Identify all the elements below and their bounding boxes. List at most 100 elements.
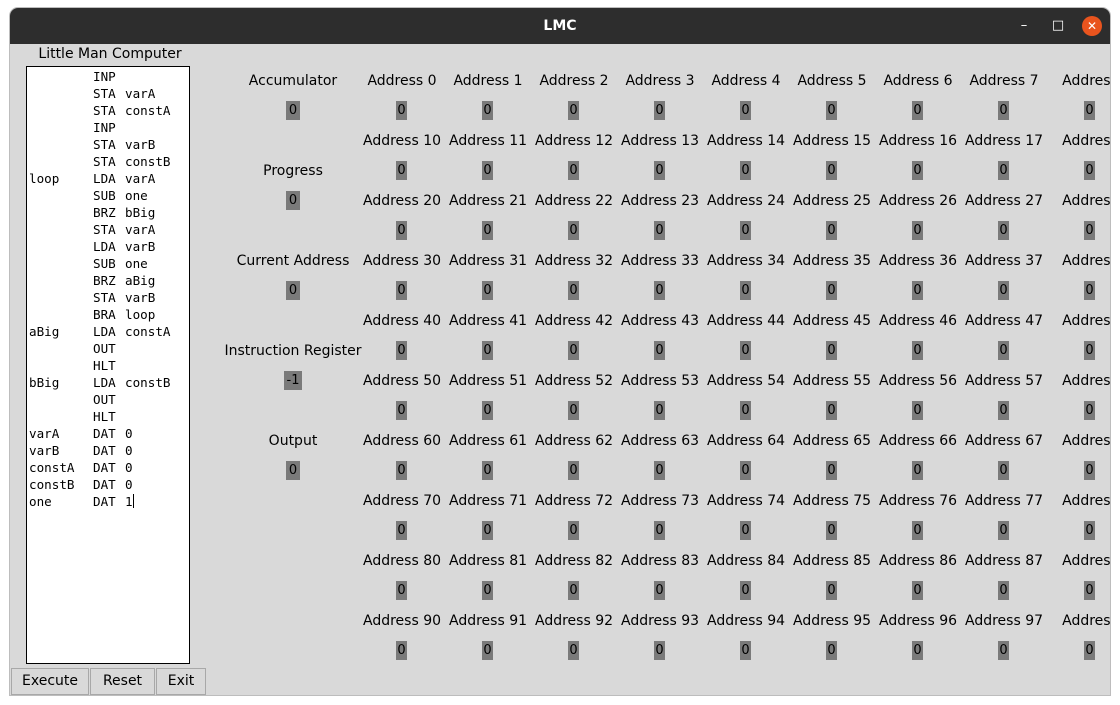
close-icon[interactable]: ✕ [1082, 16, 1102, 36]
memory-address-label: Address 91 [448, 613, 528, 629]
memory-value: 0 [912, 521, 923, 540]
memory-address-label: Address 92 [534, 613, 614, 629]
memory-value: 0 [396, 341, 407, 360]
memory-address-label: Address 67 [964, 433, 1044, 449]
memory-address-label: Address [1062, 373, 1110, 389]
memory-value: 0 [654, 521, 665, 540]
memory-value: 0 [568, 101, 579, 120]
memory-address-label: Address 80 [362, 553, 442, 569]
reset-button[interactable]: Reset [90, 668, 155, 695]
memory-address-label: Address [1062, 553, 1110, 569]
memory-value: 0 [826, 401, 837, 420]
code-opcode: HLT [93, 358, 116, 373]
memory-value: 0 [740, 641, 751, 660]
code-opcode: STA [93, 222, 116, 237]
memory-address-label: Address 52 [534, 373, 614, 389]
memory-address-label: Address 63 [620, 433, 700, 449]
memory-value: 0 [1084, 341, 1095, 360]
memory-value: 0 [654, 281, 665, 300]
current-address-label: Current Address [236, 253, 350, 269]
memory-value: 0 [482, 281, 493, 300]
memory-address-label: Address 3 [625, 73, 695, 89]
code-opcode: BRZ [93, 205, 116, 220]
code-label: aBig [29, 324, 60, 339]
memory-value: 0 [654, 221, 665, 240]
code-opcode: OUT [93, 341, 116, 356]
memory-value: 0 [912, 461, 923, 480]
accumulator-label: Accumulator [248, 73, 338, 89]
code-operand: loop [125, 307, 156, 322]
memory-address-label: Address 83 [620, 553, 700, 569]
memory-address-label: Address [1062, 193, 1110, 209]
memory-value: 0 [998, 341, 1009, 360]
memory-value: 0 [1084, 161, 1095, 180]
code-operand: varB [125, 290, 156, 305]
memory-value: 0 [482, 101, 493, 120]
execute-button[interactable]: Execute [11, 668, 89, 695]
memory-address-label: Address 55 [792, 373, 872, 389]
memory-address-label: Address 16 [878, 133, 958, 149]
code-opcode: OUT [93, 392, 116, 407]
memory-value: 0 [568, 461, 579, 480]
code-opcode: STA [93, 137, 116, 152]
memory-address-label: Address 45 [792, 313, 872, 329]
memory-address-label: Address [1062, 253, 1110, 269]
memory-address-label: Address 10 [362, 133, 442, 149]
memory-value: 0 [1084, 461, 1095, 480]
memory-value: 0 [826, 221, 837, 240]
memory-address-label: Address 81 [448, 553, 528, 569]
memory-value: 0 [1084, 101, 1095, 120]
code-operand: one [125, 188, 148, 203]
memory-address-label: Address 41 [448, 313, 528, 329]
code-operand: bBig [125, 205, 156, 220]
progress-value: 0 [286, 191, 300, 210]
minimize-icon[interactable]: – [1014, 16, 1034, 36]
memory-address-label: Address 43 [620, 313, 700, 329]
memory-value: 0 [396, 401, 407, 420]
memory-value: 0 [396, 281, 407, 300]
memory-value: 0 [826, 641, 837, 660]
program-editor[interactable]: INP STA varA STA constA INP STA varB STA constB lo… [26, 66, 190, 664]
memory-value: 0 [396, 521, 407, 540]
memory-value: 0 [826, 281, 837, 300]
memory-value: 0 [396, 161, 407, 180]
code-operand: constA [125, 324, 171, 339]
output-label: Output [268, 433, 318, 449]
memory-address-label: Address 86 [878, 553, 958, 569]
memory-value: 0 [654, 101, 665, 120]
memory-value: 0 [912, 161, 923, 180]
program-heading: Little Man Computer [38, 46, 182, 62]
memory-address-label: Address 50 [362, 373, 442, 389]
memory-address-label: Address 73 [620, 493, 700, 509]
code-opcode: INP [93, 69, 116, 84]
memory-address-label: Address 87 [964, 553, 1044, 569]
code-opcode: STA [93, 154, 116, 169]
code-opcode: DAT [93, 426, 116, 441]
memory-address-label: Address 70 [362, 493, 442, 509]
memory-address-label: Address 11 [448, 133, 528, 149]
memory-address-label: Address 15 [792, 133, 872, 149]
memory-address-label: Address 13 [620, 133, 700, 149]
title-bar[interactable]: LMC – □ ✕ [10, 8, 1110, 44]
exit-button[interactable]: Exit [156, 668, 206, 695]
code-label: loop [29, 171, 60, 186]
memory-address-label: Address 40 [362, 313, 442, 329]
memory-address-label: Address 76 [878, 493, 958, 509]
memory-value: 0 [912, 401, 923, 420]
code-operand: 0 [125, 443, 133, 458]
memory-value: 0 [998, 521, 1009, 540]
memory-address-label: Address 22 [534, 193, 614, 209]
memory-value: 0 [998, 101, 1009, 120]
code-operand: varA [125, 86, 156, 101]
memory-address-label: Address 24 [706, 193, 786, 209]
output-value: 0 [286, 461, 300, 480]
memory-address-label: Address [1062, 73, 1110, 89]
memory-address-label: Address 0 [367, 73, 437, 89]
memory-address-label: Address 94 [706, 613, 786, 629]
memory-value: 0 [740, 101, 751, 120]
memory-value: 0 [568, 401, 579, 420]
instruction-register-label: Instruction Register [224, 343, 362, 359]
maximize-icon[interactable]: □ [1048, 16, 1068, 36]
memory-value: 0 [912, 641, 923, 660]
memory-address-label: Address 77 [964, 493, 1044, 509]
